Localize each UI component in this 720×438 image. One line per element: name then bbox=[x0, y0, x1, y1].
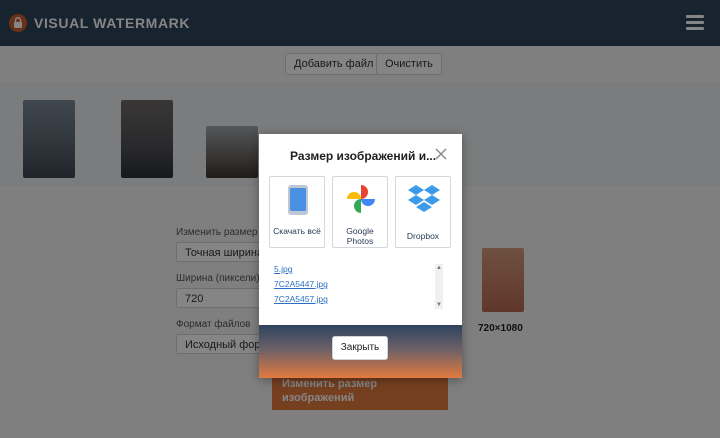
file-link[interactable]: 5.jpg bbox=[274, 262, 447, 277]
close-button[interactable]: Закрыть bbox=[332, 336, 388, 360]
file-list-scrollbar[interactable]: ▲ ▼ bbox=[435, 264, 443, 309]
dialog-title: Размер изображений и... bbox=[290, 149, 437, 163]
dialog-footer: Закрыть bbox=[259, 325, 462, 378]
google-photos-icon bbox=[347, 185, 375, 213]
google-photos-tile[interactable]: Google Photos bbox=[332, 176, 388, 248]
dropbox-icon bbox=[408, 185, 440, 212]
tile-label: Скачать всё bbox=[273, 226, 321, 236]
file-list: 5.jpg 7C2A5447.jpg 7C2A5457.jpg bbox=[269, 262, 447, 310]
close-icon[interactable] bbox=[435, 148, 447, 160]
export-dialog: Размер изображений и... Скачать всё Goog… bbox=[259, 134, 462, 378]
file-link[interactable]: 7C2A5457.jpg bbox=[274, 292, 447, 307]
download-all-tile[interactable]: Скачать всё bbox=[269, 176, 325, 248]
download-device-icon bbox=[288, 185, 308, 215]
scroll-up-icon[interactable]: ▲ bbox=[435, 264, 443, 272]
dropbox-tile[interactable]: Dropbox bbox=[395, 176, 451, 248]
file-link[interactable]: 7C2A5447.jpg bbox=[274, 277, 447, 292]
scroll-down-icon[interactable]: ▼ bbox=[435, 301, 443, 309]
tile-label: Google Photos bbox=[346, 226, 374, 246]
tile-label: Dropbox bbox=[406, 231, 440, 241]
